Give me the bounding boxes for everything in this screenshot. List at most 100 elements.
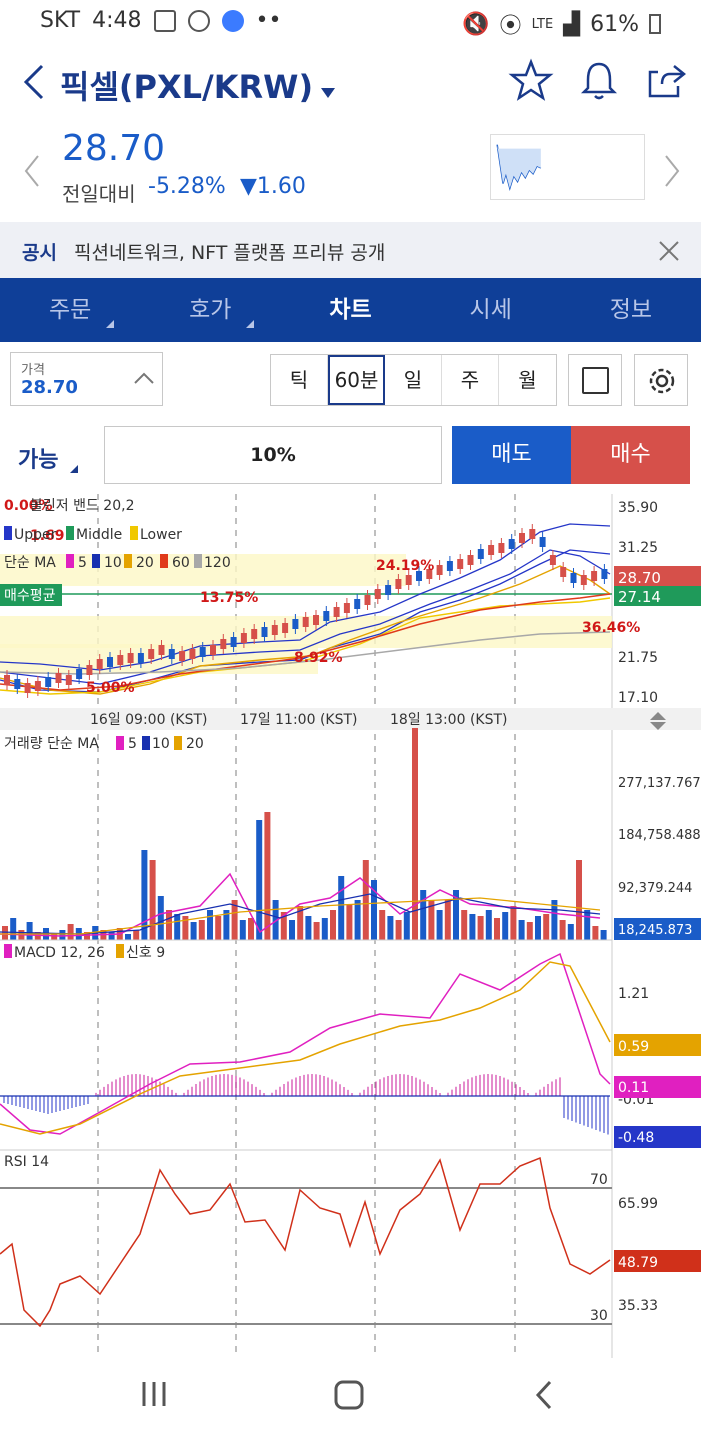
candle-body bbox=[333, 607, 340, 617]
title-text: 픽셀(PXL/KRW) bbox=[60, 68, 314, 106]
sparkline-thumbnail[interactable] bbox=[490, 134, 645, 200]
page-title[interactable]: 픽셀(PXL/KRW) bbox=[60, 62, 336, 108]
candle-body bbox=[570, 573, 577, 583]
candle-body bbox=[488, 545, 495, 555]
volume-bar bbox=[436, 910, 443, 940]
ma-60: 60 bbox=[172, 555, 190, 571]
candle-body bbox=[168, 649, 175, 659]
volume-bar bbox=[67, 924, 74, 940]
tab-order[interactable]: 주문 bbox=[0, 278, 140, 342]
next-chevron-icon[interactable] bbox=[662, 154, 682, 188]
sell-button[interactable]: 매도 bbox=[452, 426, 571, 484]
percent-selector[interactable]: 10% bbox=[104, 426, 442, 484]
volume-bar bbox=[461, 910, 468, 940]
candle-body bbox=[137, 653, 144, 663]
back-icon[interactable] bbox=[20, 64, 46, 100]
volume-bar bbox=[477, 916, 484, 940]
candle-body bbox=[549, 555, 556, 565]
annotation-3: 13.75% bbox=[200, 590, 258, 606]
share-icon[interactable] bbox=[644, 58, 690, 104]
volume-bar bbox=[469, 914, 476, 940]
disclosure-banner[interactable]: 공시 픽션네트워크, NFT 플랫폼 프리뷰 공개 bbox=[0, 222, 701, 278]
recents-icon[interactable] bbox=[140, 1380, 168, 1412]
app-icon bbox=[187, 9, 210, 32]
candle-body bbox=[467, 555, 474, 565]
bb-lower-legend: Lower bbox=[140, 527, 182, 543]
volume-bar bbox=[403, 912, 410, 940]
price-selector[interactable]: 가격 28.70 bbox=[10, 352, 163, 406]
candle-body bbox=[261, 627, 268, 637]
candle-body bbox=[508, 539, 515, 549]
dropdown-triangle-icon bbox=[321, 88, 336, 98]
down-triangle-icon: ▼ bbox=[240, 174, 257, 199]
macd-axis-0: 1.21 bbox=[618, 986, 649, 1002]
volume-bar bbox=[174, 914, 181, 940]
period-day[interactable]: 일 bbox=[385, 355, 442, 405]
clock: 4:48 bbox=[92, 8, 142, 33]
candle-body bbox=[529, 529, 536, 539]
volume-bar bbox=[51, 934, 58, 940]
status-bar: SKT 4:48 •• 🔇 ⦿ LTE ▟ 61% bbox=[0, 0, 701, 44]
candle-body bbox=[24, 683, 31, 693]
bb-middle-legend: Middle bbox=[76, 527, 122, 543]
volume-bar bbox=[494, 918, 500, 940]
tab-info[interactable]: 정보 bbox=[561, 278, 701, 342]
square-icon bbox=[582, 367, 609, 394]
volume-bar bbox=[379, 910, 386, 940]
rsi-axis-30: 30 bbox=[590, 1308, 608, 1324]
volume-bar bbox=[444, 900, 451, 940]
volume-bar bbox=[239, 920, 246, 940]
settings-button[interactable] bbox=[634, 354, 688, 406]
network-label: LTE bbox=[531, 16, 554, 32]
candle-body bbox=[34, 681, 41, 691]
annotation-6: 5.00% bbox=[86, 680, 135, 696]
volume-bar bbox=[166, 910, 172, 940]
macd-tag-1: 0.11 bbox=[618, 1080, 649, 1096]
period-60min[interactable]: 60분 bbox=[328, 355, 385, 405]
candle-body bbox=[158, 645, 165, 655]
tab-orderbook[interactable]: 호가 bbox=[140, 278, 280, 342]
available-label[interactable]: 가능 bbox=[18, 442, 79, 474]
volume-bar bbox=[576, 860, 582, 940]
date-label-2: 18일 13:00 (KST) bbox=[390, 712, 507, 728]
period-month[interactable]: 월 bbox=[499, 355, 556, 405]
mute-icon: 🔇 bbox=[462, 11, 490, 37]
candle-body bbox=[199, 647, 206, 657]
candle-body bbox=[302, 617, 309, 627]
signal-icon: ▟ bbox=[563, 11, 581, 37]
volume-bar bbox=[395, 920, 402, 940]
prev-chevron-icon[interactable] bbox=[22, 154, 42, 188]
location-icon: ⦿ bbox=[499, 14, 522, 39]
candle-body bbox=[539, 537, 546, 547]
price-axis-2: 21.75 bbox=[618, 650, 658, 666]
chevron-up-icon bbox=[134, 372, 154, 384]
volume-bar bbox=[2, 926, 8, 940]
candle-body bbox=[405, 575, 412, 585]
candle-body bbox=[498, 543, 505, 553]
candle-body bbox=[364, 595, 371, 605]
period-tick[interactable]: 틱 bbox=[271, 355, 328, 405]
rsi-current-tag: 48.79 bbox=[618, 1255, 658, 1271]
candle-body bbox=[220, 639, 227, 649]
gallery-icon bbox=[153, 9, 176, 32]
tab-chart[interactable]: 차트 bbox=[280, 278, 420, 342]
candle-body bbox=[230, 637, 237, 647]
star-icon[interactable] bbox=[508, 58, 554, 104]
buy-button[interactable]: 매수 bbox=[571, 426, 690, 484]
fullscreen-button[interactable] bbox=[568, 354, 622, 406]
back-nav-icon[interactable] bbox=[534, 1380, 554, 1414]
volume-bar bbox=[584, 910, 591, 940]
tab-market[interactable]: 시세 bbox=[421, 278, 561, 342]
change-amount: ▼1.60 bbox=[240, 174, 306, 199]
bell-icon[interactable] bbox=[576, 58, 622, 104]
carrier-label: SKT bbox=[40, 8, 81, 33]
chart-area[interactable]: 0.00% 볼린저 밴드 20,2 1.69 Upper Middle Lowe… bbox=[0, 494, 701, 1358]
close-icon[interactable] bbox=[658, 240, 680, 262]
volume-bar bbox=[305, 916, 312, 940]
period-week[interactable]: 주 bbox=[442, 355, 499, 405]
home-icon[interactable] bbox=[334, 1380, 364, 1414]
candle-body bbox=[251, 629, 258, 639]
disclosure-text: 픽션네트워크, NFT 플랫폼 프리뷰 공개 bbox=[74, 242, 386, 264]
candle-body bbox=[395, 579, 402, 589]
date-label-1: 17일 11:00 (KST) bbox=[240, 712, 357, 728]
